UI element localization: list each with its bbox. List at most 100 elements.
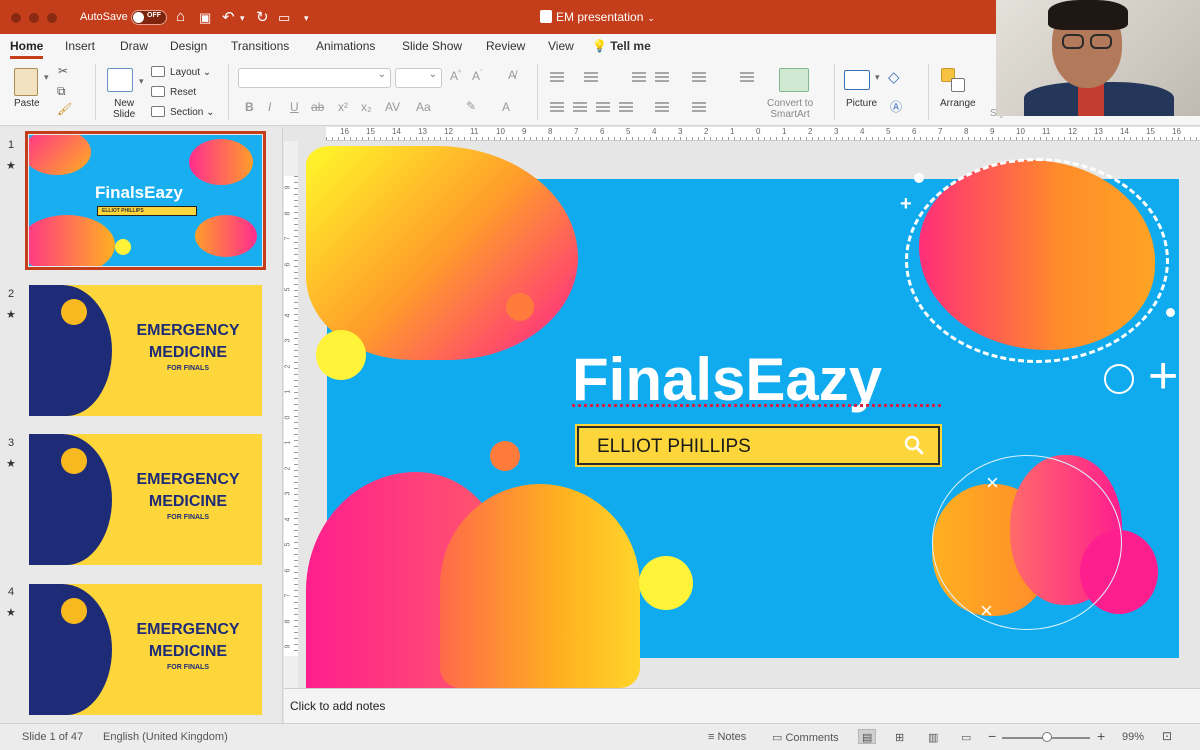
tell-me-search[interactable]: 💡 Tell me xyxy=(592,39,651,53)
align-center-icon[interactable] xyxy=(573,102,587,113)
close-window-button[interactable] xyxy=(11,13,21,23)
ruler-tick-label: 6 xyxy=(912,127,917,136)
justify-icon[interactable] xyxy=(619,102,633,113)
vertical-ruler[interactable]: 9 8 7 6 5 4 3 2 1 0 1 2 3 4 5 6 7 8 9 xyxy=(284,176,298,656)
layout-icon[interactable] xyxy=(151,66,165,77)
picture-dropdown-icon[interactable]: ▾ xyxy=(875,72,880,83)
smartart-icon[interactable] xyxy=(779,68,809,92)
italic-button[interactable]: I xyxy=(268,100,271,114)
thin-ring xyxy=(932,455,1122,630)
minimize-window-button[interactable] xyxy=(29,13,39,23)
align-left-icon[interactable] xyxy=(550,102,564,113)
tab-design[interactable]: Design xyxy=(170,39,207,53)
slide-thumbnail-2[interactable]: EMERGENCY MEDICINE FOR FINALS xyxy=(29,285,262,416)
maximize-window-button[interactable] xyxy=(47,13,57,23)
format-painter-icon[interactable]: 🖌 xyxy=(57,102,72,116)
bold-button[interactable]: B xyxy=(245,100,254,114)
new-slide-icon[interactable] xyxy=(107,68,133,92)
tab-animations[interactable]: Animations xyxy=(316,39,375,53)
sparkle-x-icon: × xyxy=(980,598,993,623)
highlight-icon[interactable]: ✎ xyxy=(466,99,476,113)
picture-icon[interactable] xyxy=(844,70,870,90)
undo-icon[interactable]: ↶ xyxy=(222,8,235,26)
slide-thumbnail-1[interactable]: FinalsEazy ELLIOT PHILLIPS xyxy=(25,131,266,270)
zoom-out-button[interactable]: − xyxy=(988,728,996,744)
character-spacing-button[interactable]: AV xyxy=(385,100,400,114)
line-spacing-icon[interactable] xyxy=(692,72,706,83)
reset-icon[interactable] xyxy=(151,86,165,97)
font-size-combo[interactable] xyxy=(395,68,442,88)
white-dot xyxy=(914,173,924,183)
language-indicator[interactable]: English (United Kingdom) xyxy=(103,731,228,743)
home-icon[interactable]: ⌂ xyxy=(176,8,185,25)
comments-toggle[interactable]: ▭ Comments xyxy=(772,731,839,744)
decrease-font-icon[interactable]: Aˇ xyxy=(472,69,482,83)
tab-transitions[interactable]: Transitions xyxy=(231,39,289,53)
shapes-icon[interactable]: ◇ xyxy=(888,68,900,86)
slide-thumbnail-4[interactable]: EMERGENCY MEDICINE FOR FINALS xyxy=(29,584,262,715)
columns-icon[interactable] xyxy=(740,72,754,83)
ruler-tick-label: 1 xyxy=(730,127,735,136)
paste-dropdown-icon[interactable]: ▾ xyxy=(44,72,49,83)
subscript-button[interactable]: x₂ xyxy=(361,100,372,114)
save-icon[interactable]: ▣ xyxy=(199,10,211,26)
superscript-button[interactable]: x² xyxy=(338,100,348,114)
tab-draw[interactable]: Draw xyxy=(120,39,148,53)
sparkle-plus-icon: + xyxy=(1148,347,1179,405)
numbering-icon[interactable] xyxy=(584,72,598,83)
decrease-indent-icon[interactable] xyxy=(632,72,646,83)
name-box[interactable]: ELLIOT PHILLIPS xyxy=(575,424,942,467)
redo-icon[interactable]: ↻ xyxy=(256,8,269,26)
autosave-toggle[interactable]: OFF xyxy=(131,10,167,25)
font-color-button[interactable]: A xyxy=(502,100,510,114)
customize-toolbar-icon[interactable]: ▾ xyxy=(304,13,309,24)
copy-icon[interactable]: ⧉ xyxy=(57,84,66,99)
fit-to-window-icon[interactable]: ⊡ xyxy=(1162,729,1172,743)
chevron-down-icon[interactable]: ⌄ xyxy=(647,13,655,23)
tab-home[interactable]: Home xyxy=(10,39,44,59)
font-name-combo[interactable] xyxy=(238,68,391,88)
cut-icon[interactable]: ✂ xyxy=(58,64,68,78)
layout-button[interactable]: Layout ⌄ xyxy=(170,67,211,78)
text-box-icon[interactable]: Ⓐ xyxy=(890,98,902,115)
normal-view-button[interactable]: ▤ xyxy=(858,729,876,744)
increase-font-icon[interactable]: A^ xyxy=(450,69,461,83)
horizontal-ruler[interactable]: 16 15 14 13 12 11 10 9 8 7 6 5 4 3 2 1 0 1 2 3 4 5 6 7 8 9 10 11 12 1… xyxy=(326,127,1200,141)
search-icon xyxy=(904,435,924,455)
slide-thumbnail-3[interactable]: EMERGENCY MEDICINE FOR FINALS xyxy=(29,434,262,565)
ruler-tick-label: 9 xyxy=(284,185,292,190)
bullets-icon[interactable] xyxy=(550,72,564,83)
notes-toggle[interactable]: ≡ Notes xyxy=(708,731,746,743)
tab-insert[interactable]: Insert xyxy=(65,39,95,53)
undo-dropdown-icon[interactable]: ▾ xyxy=(240,13,245,24)
reading-view-button[interactable]: ▥ xyxy=(924,729,942,744)
change-case-button[interactable]: Aa xyxy=(416,100,431,114)
tab-slide-show[interactable]: Slide Show xyxy=(402,39,462,53)
section-button[interactable]: Section ⌄ xyxy=(170,107,215,118)
tab-review[interactable]: Review xyxy=(486,39,525,53)
paste-icon[interactable] xyxy=(14,68,38,96)
align-right-icon[interactable] xyxy=(596,102,610,113)
new-slide-dropdown-icon[interactable]: ▾ xyxy=(139,76,144,87)
align-text-icon[interactable] xyxy=(692,102,706,113)
underline-button[interactable]: U xyxy=(290,100,299,114)
notes-placeholder: Click to add notes xyxy=(290,699,386,713)
strikethrough-button[interactable]: ab xyxy=(311,100,324,114)
tell-me-label: Tell me xyxy=(610,39,651,53)
text-direction-icon[interactable] xyxy=(655,102,669,113)
ruler-tick-label: 12 xyxy=(1068,127,1077,136)
slide-show-button[interactable]: ▭ xyxy=(957,729,975,744)
clear-formatting-icon[interactable]: A̸ xyxy=(508,68,516,82)
slide-sorter-icon: ⊞ xyxy=(895,732,905,744)
present-icon[interactable]: ▭ xyxy=(278,10,290,26)
orange-dot xyxy=(490,441,520,471)
zoom-slider-knob[interactable] xyxy=(1042,732,1052,742)
tab-view[interactable]: View xyxy=(548,39,574,53)
section-icon[interactable] xyxy=(151,106,165,117)
zoom-in-button[interactable]: + xyxy=(1097,728,1105,744)
reset-button[interactable]: Reset xyxy=(170,87,196,98)
increase-indent-icon[interactable] xyxy=(655,72,669,83)
slide-sorter-button[interactable]: ⊞ xyxy=(891,729,909,744)
zoom-level[interactable]: 99% xyxy=(1122,731,1144,743)
notes-pane[interactable]: Click to add notes xyxy=(284,688,1200,723)
